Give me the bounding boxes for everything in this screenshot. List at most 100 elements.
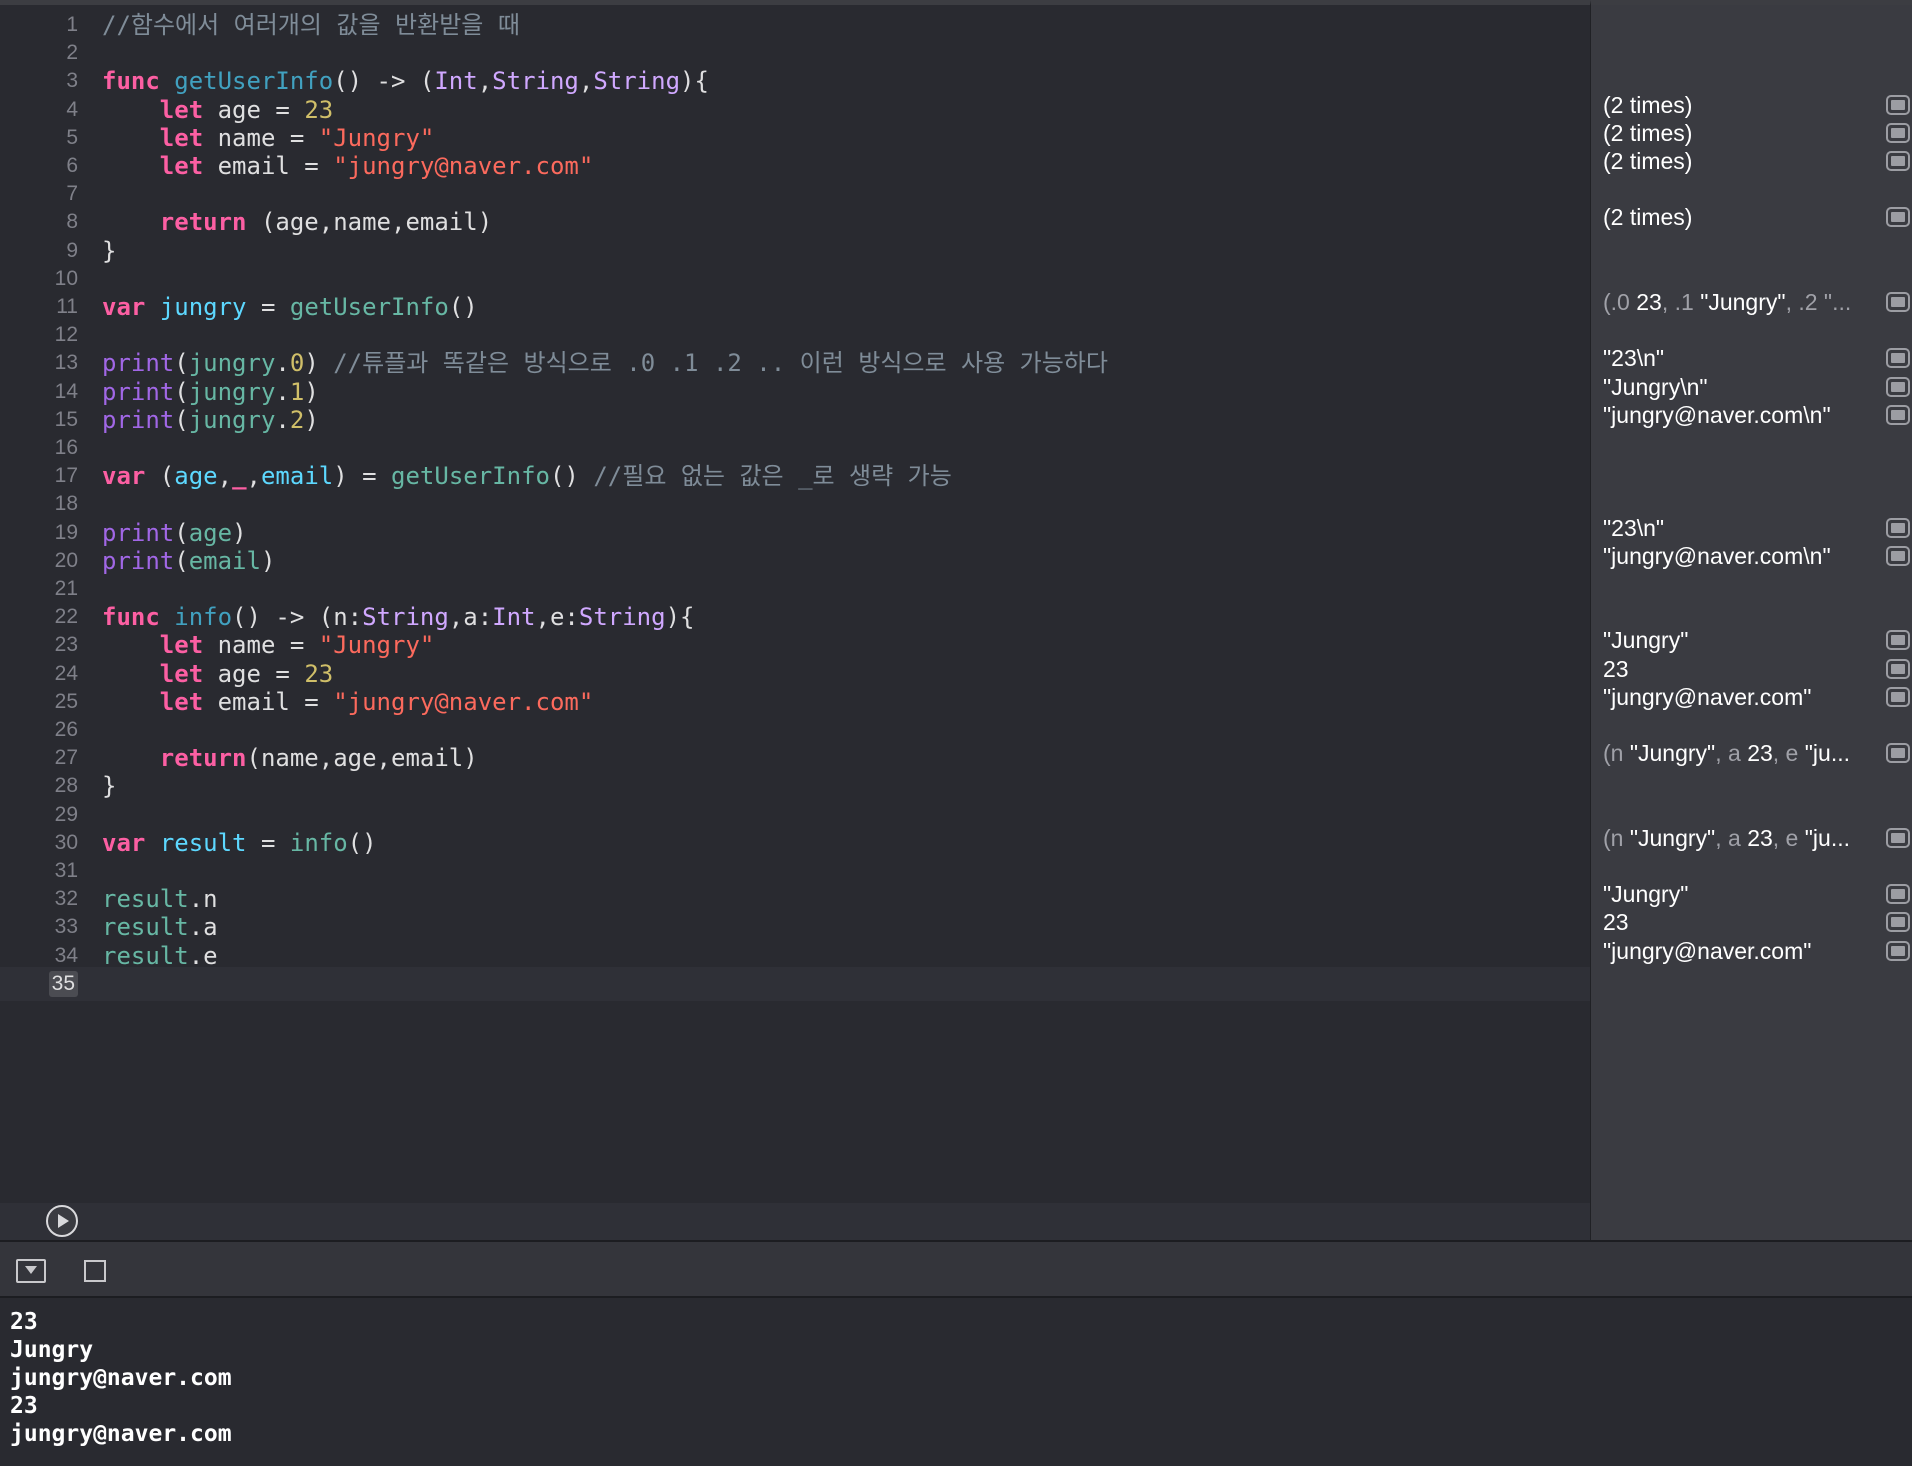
code-token: var — [102, 828, 146, 857]
quick-look-icon[interactable] — [1886, 630, 1910, 651]
result-token: "Jungry" — [1603, 627, 1689, 654]
line-number-text: 7 — [66, 182, 78, 206]
result-token: "23\n" — [1603, 514, 1665, 541]
line-number-text: 33 — [54, 915, 78, 939]
code-token: 0 — [289, 349, 305, 378]
quick-look-icon[interactable] — [1886, 151, 1910, 171]
line-number-text: 23 — [54, 633, 78, 657]
results-sidebar — [1590, 0, 1912, 1240]
line-number-text: 21 — [54, 577, 78, 600]
code-token: //함수에서 여러개의 값을 반환받을 때 — [102, 11, 520, 39]
result-value: (2 times) — [1603, 200, 1883, 234]
quick-look-icon[interactable] — [1886, 884, 1910, 905]
code-token: name = — [203, 631, 319, 660]
code-token: } — [102, 772, 117, 801]
code-token: info — [289, 828, 348, 857]
quick-look-icon[interactable] — [1886, 376, 1910, 397]
result-value: "jungry@naver.com\n" — [1603, 398, 1883, 432]
debug-toolbar — [0, 1240, 1912, 1298]
console-toggle-button[interactable] — [84, 1260, 106, 1282]
code-token: print — [102, 405, 175, 434]
line-number-text: 30 — [54, 830, 78, 854]
console-line: Jungry — [10, 1337, 94, 1363]
code-token: "jungry@naver.com" — [333, 687, 594, 716]
result-token: , a — [1715, 740, 1748, 767]
line-number-text: 25 — [54, 689, 78, 713]
code-token: func — [102, 67, 160, 96]
line-number-text: 8 — [66, 210, 78, 234]
run-button[interactable] — [46, 1205, 78, 1237]
code-token: ( — [174, 349, 189, 378]
quick-look-icon[interactable] — [1886, 940, 1910, 961]
code-token: email = — [203, 152, 334, 180]
code-token: jungry — [159, 293, 247, 321]
code-token: ( — [174, 377, 189, 406]
quick-look-icon[interactable] — [1886, 517, 1910, 538]
line-number-text: 14 — [54, 379, 78, 403]
code-token: let — [159, 123, 204, 152]
result-token: "jungry@naver.com\n" — [1603, 401, 1831, 428]
quick-look-icon[interactable] — [1886, 122, 1910, 143]
console-output[interactable]: 23 Jungry jungry@naver.com 23 jungry@nav… — [0, 1298, 1912, 1466]
quick-look-icon[interactable] — [1886, 404, 1910, 425]
code-token: ( — [145, 462, 175, 491]
code-token: jungry — [188, 349, 276, 378]
quick-look-icon[interactable] — [1886, 658, 1910, 679]
code-token: .n — [188, 885, 218, 914]
quick-look-icon[interactable] — [1886, 94, 1910, 115]
code-token: = — [246, 828, 290, 857]
quick-look-icon[interactable] — [1886, 292, 1910, 312]
code-token: String — [578, 603, 666, 632]
result-token: , e — [1772, 740, 1805, 767]
code-token: print — [102, 518, 175, 547]
quick-look-icon[interactable] — [1886, 348, 1910, 369]
code-token: () — [347, 828, 377, 857]
code-token: name = — [203, 123, 319, 152]
code-token: ) — [304, 349, 334, 378]
code-token: result — [102, 913, 189, 942]
code-token: , — [217, 462, 233, 491]
result-value: (n "Jungry", a 23, e "ju... — [1603, 736, 1883, 770]
code-token: Int — [434, 67, 478, 96]
code-token: ,a: — [448, 603, 493, 632]
code-token: ( — [174, 518, 189, 547]
line-number-text: 20 — [54, 548, 78, 572]
code-token: result — [102, 885, 189, 914]
quick-look-icon[interactable] — [1886, 686, 1910, 707]
result-token: "jungry@naver.com" — [1603, 937, 1812, 964]
hide-debug-area-button[interactable] — [16, 1259, 46, 1283]
line-number-text: 4 — [66, 97, 78, 121]
line-number-text: 32 — [54, 887, 78, 911]
code-token: _ — [232, 462, 247, 491]
code-token: ) — [260, 546, 276, 575]
code-token: getUserInfo — [391, 462, 550, 491]
line-number-text: 31 — [54, 859, 78, 882]
code-token: ( — [174, 405, 189, 434]
code-line[interactable]: 35 — [0, 966, 1590, 1001]
code-token: } — [102, 236, 117, 265]
result-token: , a — [1715, 824, 1748, 851]
code-token: () — [448, 293, 478, 321]
code-token: age = — [203, 659, 305, 688]
code-token: let — [159, 659, 204, 688]
quick-look-icon[interactable] — [1886, 743, 1910, 764]
result-token: "jungry@naver.com\n" — [1603, 542, 1831, 569]
result-token: 23 — [1636, 289, 1662, 315]
code-token: jungry — [188, 377, 276, 406]
quick-look-icon[interactable] — [1886, 912, 1910, 933]
quick-look-icon[interactable] — [1886, 827, 1910, 848]
code-token: 1 — [289, 377, 305, 406]
run-bar — [0, 1203, 1590, 1240]
line-number-text: 11 — [56, 295, 78, 318]
quick-look-icon[interactable] — [1886, 545, 1910, 566]
code-token: . — [275, 405, 290, 434]
code-token: , — [578, 67, 594, 96]
code-token: getUserInfo — [174, 67, 334, 96]
code-editor[interactable]: 1 //함수에서 여러개의 값을 반환받을 때 2 3 func getUserInfo… — [0, 0, 1590, 1240]
code-token: info — [174, 603, 233, 632]
code-token: age = — [203, 95, 305, 124]
quick-look-icon[interactable] — [1886, 207, 1910, 228]
